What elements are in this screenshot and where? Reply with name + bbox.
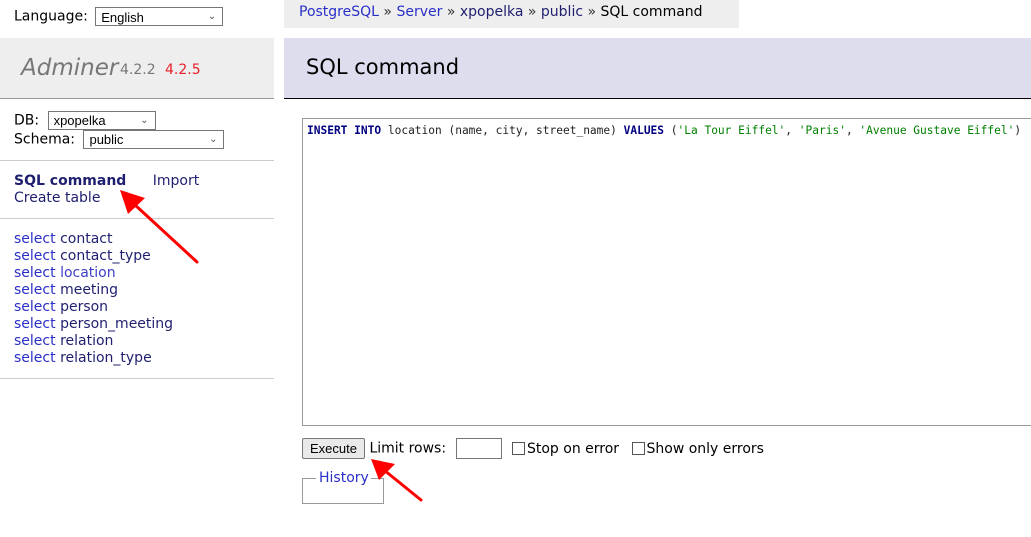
table-list-item: select person_meeting [14,316,173,333]
select-table-link[interactable]: select [14,282,56,298]
schema-select[interactable]: public ⌄ [83,130,225,149]
schema-label: Schema: [14,131,76,148]
db-label: DB: [14,112,40,129]
sql-text: location (name, city, street_name) [381,124,624,137]
page-title: SQL command [306,55,460,79]
history-link[interactable]: History [318,470,370,486]
adminer-logo-link[interactable]: Adminer [21,55,118,81]
sql-text: ) [1014,124,1022,137]
table-list-item: select person [14,299,173,316]
select-table-link[interactable]: select [14,265,56,281]
import-link[interactable]: Import [153,173,199,189]
show-only-errors-label[interactable]: Show only errors [647,441,764,457]
chevron-down-icon: ⌄ [207,11,217,22]
sql-keyword: INTO [354,124,382,137]
sql-keyword: VALUES [623,124,665,137]
language-value: English [101,10,144,26]
breadcrumb: PostgreSQL » Server » xpopelka » public … [284,0,739,28]
table-list-item: select contact_type [14,248,173,265]
limit-rows-label: Limit rows: [369,440,447,457]
sql-text: , [785,124,799,137]
sql-text: , [845,124,860,137]
select-table-link[interactable]: select [14,333,56,349]
select-table-link[interactable]: select [14,231,56,247]
table-structure-link[interactable]: person_meeting [60,316,173,332]
breadcrumb-separator: » [527,4,537,20]
table-list: select contact select contact_type select … [14,231,173,367]
table-structure-link[interactable]: location [60,265,116,281]
create-table-link[interactable]: Create table [14,190,100,206]
db-value: xpopelka [53,113,106,128]
breadcrumb-separator: » [587,4,597,20]
breadcrumb-separator: » [446,4,456,20]
table-structure-link[interactable]: person [60,299,108,315]
schema-value: public [89,132,124,147]
sql-text: ( [664,124,678,137]
select-table-link[interactable]: select [14,248,56,264]
show-only-errors-checkbox[interactable] [631,442,645,455]
new-version-link[interactable]: 4.2.5 [165,62,201,78]
breadcrumb-separator: » [383,4,392,20]
divider [0,378,274,379]
current-version: 4.2.2 [120,62,156,78]
divider [0,218,274,219]
breadcrumb-link[interactable]: xpopelka [460,4,524,20]
sql-keyword: INSERT [307,124,348,137]
sidebar-menu: SQL command Import Create table [14,173,199,207]
table-list-item: select contact [14,231,173,248]
sql-command-link[interactable]: SQL command [14,173,126,189]
logo-box: Adminer 4.2.2 4.2.5 [0,38,274,99]
select-table-link[interactable]: select [14,316,56,332]
table-list-item: select location [14,265,173,282]
divider [0,160,274,161]
table-list-item: select relation_type [14,350,173,367]
chevron-down-icon: ⌄ [140,115,149,126]
page-header: SQL command [284,38,1031,99]
execute-button[interactable]: Execute [302,438,365,459]
stop-on-error-checkbox[interactable] [511,442,525,455]
breadcrumb-link[interactable]: PostgreSQL [299,4,379,20]
select-table-link[interactable]: select [14,299,56,315]
select-table-link[interactable]: select [14,350,56,366]
table-list-item: select meeting [14,282,173,299]
table-structure-link[interactable]: relation [60,333,113,349]
db-select[interactable]: xpopelka ⌄ [47,111,156,130]
db-schema-selector: DB: xpopelka ⌄ Schema: public ⌄ [14,111,225,149]
query-controls: Execute Limit rows: Stop on error Show o… [302,438,772,460]
sql-string: 'Avenue Gustave Eiffel' [859,124,1015,137]
sql-string: 'La Tour Eiffel' [677,124,786,137]
stop-on-error-label[interactable]: Stop on error [527,441,619,457]
limit-rows-input[interactable] [455,438,502,459]
table-structure-link[interactable]: contact_type [60,248,151,264]
table-list-item: select relation [14,333,173,350]
table-structure-link[interactable]: meeting [60,282,118,298]
sql-string: 'Paris' [798,124,846,137]
breadcrumb-current: SQL command [600,4,703,20]
breadcrumb-link[interactable]: public [541,4,583,20]
language-selector: Language: English ⌄ [14,7,224,26]
breadcrumb-link[interactable]: Server [396,4,442,20]
table-structure-link[interactable]: contact [60,231,112,247]
history-fieldset: History [302,470,384,504]
sql-query-textarea[interactable]: INSERT INTO location (name, city, street… [302,118,1031,426]
chevron-down-icon: ⌄ [209,134,218,145]
language-select[interactable]: English ⌄ [95,7,224,26]
language-label: Language: [14,8,88,25]
table-structure-link[interactable]: relation_type [60,350,152,366]
